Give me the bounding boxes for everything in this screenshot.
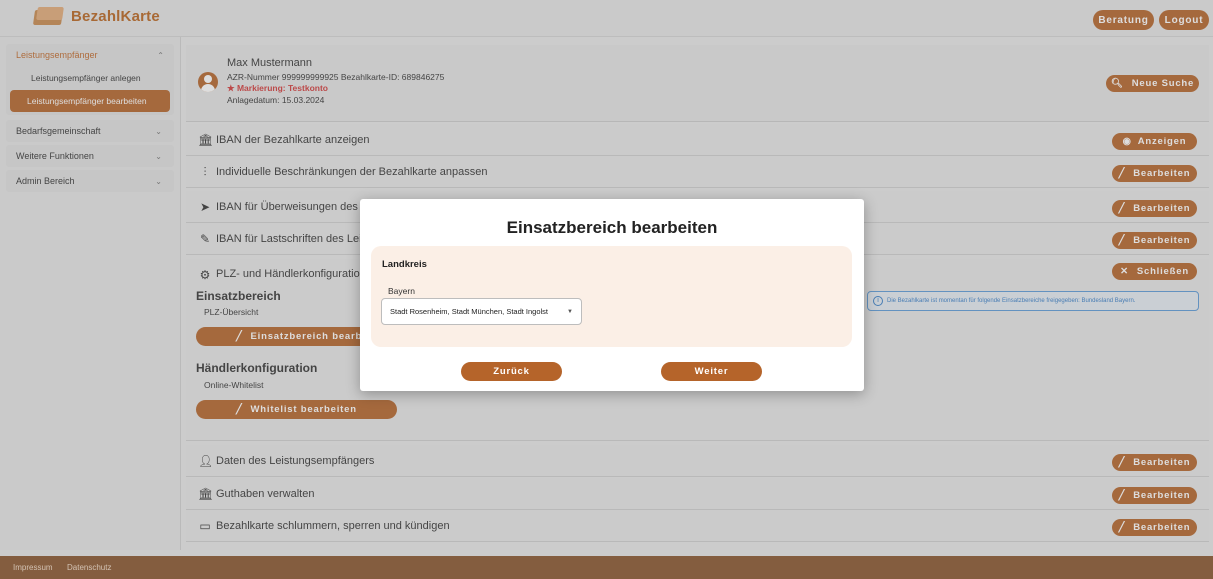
dropdown-arrow-icon: ▼: [567, 309, 573, 315]
next-button[interactable]: Weiter: [661, 362, 762, 381]
landkreis-select[interactable]: Stadt Rosenheim, Stadt München, Stadt In…: [381, 298, 582, 325]
select-value: Stadt Rosenheim, Stadt München, Stadt In…: [390, 307, 549, 316]
landkreis-title: Landkreis: [382, 259, 427, 270]
edit-einsatzbereich-dialog: Einsatzbereich bearbeiten Landkreis Baye…: [360, 199, 864, 391]
landkreis-card: Landkreis Bayern Stadt Rosenheim, Stadt …: [371, 246, 852, 347]
dialog-title: Einsatzbereich bearbeiten: [506, 218, 718, 237]
back-button[interactable]: Zurück: [461, 362, 562, 381]
bayern-label: Bayern: [388, 286, 415, 296]
